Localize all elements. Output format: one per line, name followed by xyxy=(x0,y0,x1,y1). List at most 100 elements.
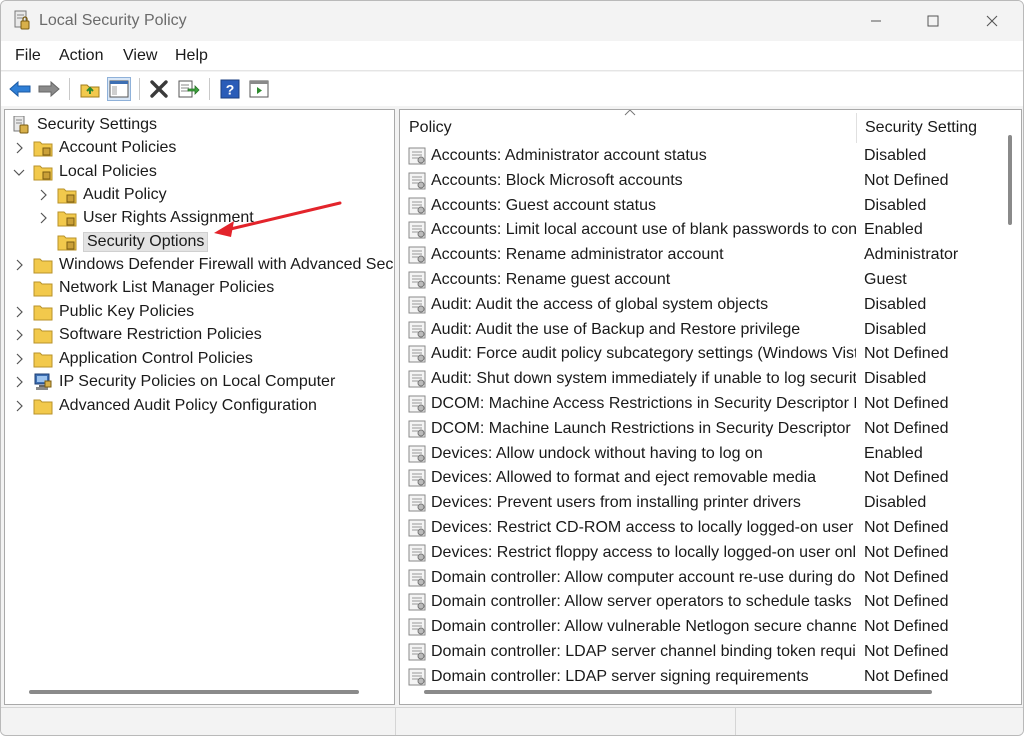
security-setting-value: Not Defined xyxy=(864,643,949,660)
policy-row[interactable]: Accounts: Rename guest account Guest xyxy=(408,268,1008,292)
close-button[interactable] xyxy=(969,1,1015,41)
tree-item-software-restriction-policies[interactable]: Software Restriction Policies xyxy=(13,324,262,346)
console-tree-pane[interactable]: Security Settings Account Policies Local… xyxy=(4,109,395,705)
policy-name: Domain controller: Allow server operator… xyxy=(431,593,852,611)
minimize-button[interactable] xyxy=(853,1,899,41)
horizontal-scrollbar[interactable] xyxy=(424,690,932,694)
horizontal-scrollbar[interactable] xyxy=(29,690,359,694)
chevron-right-icon[interactable] xyxy=(13,353,25,365)
policy-row[interactable]: Domain controller: Allow vulnerable Netl… xyxy=(408,615,1008,639)
tree-label: Local Policies xyxy=(59,163,157,180)
window-title: Local Security Policy xyxy=(39,12,187,29)
tree-item-local-policies[interactable]: Local Policies xyxy=(13,161,157,183)
policy-name: Domain controller: LDAP server signing r… xyxy=(431,667,809,685)
up-one-level-button[interactable] xyxy=(78,77,102,101)
chevron-right-icon[interactable] xyxy=(13,329,25,341)
security-setting-value: Not Defined xyxy=(864,593,949,611)
properties-button[interactable] xyxy=(247,77,271,101)
tree-item-windows-defender-firewall[interactable]: Windows Defender Firewall with Advanced … xyxy=(13,254,394,276)
policy-name: DCOM: Machine Access Restrictions in Sec… xyxy=(431,395,856,412)
policy-name: Domain controller: LDAP server channel b… xyxy=(431,643,856,660)
policy-row[interactable]: DCOM: Machine Launch Restrictions in Sec… xyxy=(408,417,1008,441)
policy-name: Audit: Shut down system immediately if u… xyxy=(431,370,856,388)
maximize-button[interactable] xyxy=(910,1,956,41)
policy-list-pane[interactable]: Policy Security Setting Accounts: Admini… xyxy=(399,109,1022,705)
tree-item-advanced-audit-policy[interactable]: Advanced Audit Policy Configuration xyxy=(13,395,317,417)
policy-icon xyxy=(408,197,426,215)
chevron-right-icon[interactable] xyxy=(13,376,25,388)
tree-item-security-settings[interactable]: Security Settings xyxy=(11,114,157,136)
policy-name: Domain controller: Allow computer accoun… xyxy=(431,568,856,586)
tree-label: Advanced Audit Policy Configuration xyxy=(59,397,317,414)
menu-view[interactable]: View xyxy=(123,47,157,65)
tree-label: IP Security Policies on Local Computer xyxy=(59,373,336,390)
security-setting-value: Disabled xyxy=(864,320,927,338)
chevron-right-icon[interactable] xyxy=(13,259,25,271)
policy-row[interactable]: Accounts: Block Microsoft accounts Not De… xyxy=(408,169,1008,193)
tree-item-public-key-policies[interactable]: Public Key Policies xyxy=(13,301,194,323)
tree-item-application-control-policies[interactable]: Application Control Policies xyxy=(13,348,253,370)
forward-button[interactable] xyxy=(37,77,61,101)
policy-row[interactable]: Domain controller: LDAP server channel b… xyxy=(408,640,1008,664)
tree-item-user-rights-assignment[interactable]: User Rights Assignment xyxy=(37,207,254,229)
policy-row[interactable]: Domain controller: LDAP server signing r… xyxy=(408,665,1008,689)
back-button[interactable] xyxy=(8,77,32,101)
policy-icon xyxy=(408,445,426,463)
show-hide-tree-icon xyxy=(109,80,129,98)
tree-item-audit-policy[interactable]: Audit Policy xyxy=(37,184,167,206)
menu-action[interactable]: Action xyxy=(59,47,103,65)
tree-item-account-policies[interactable]: Account Policies xyxy=(13,137,176,159)
policy-row[interactable]: Audit: Audit the use of Backup and Resto… xyxy=(408,318,1008,342)
menu-file[interactable]: File xyxy=(15,47,41,65)
folder-icon xyxy=(33,281,53,297)
policy-row[interactable]: Domain controller: Allow computer accoun… xyxy=(408,566,1008,590)
status-segment xyxy=(1,708,396,735)
policy-row[interactable]: Devices: Restrict floppy access to local… xyxy=(408,541,1008,565)
policy-row[interactable]: Devices: Prevent users from installing p… xyxy=(408,491,1008,515)
help-button[interactable]: ? xyxy=(218,77,242,101)
policy-row[interactable]: Devices: Allow undock without having to … xyxy=(408,442,1008,466)
policy-row[interactable]: Accounts: Limit local account use of bla… xyxy=(408,218,1008,242)
chevron-right-icon[interactable] xyxy=(37,189,49,201)
show-hide-console-tree-button[interactable] xyxy=(107,77,131,101)
policy-row[interactable]: Devices: Restrict CD-ROM access to local… xyxy=(408,516,1008,540)
column-header-security-setting[interactable]: Security Setting xyxy=(865,119,977,137)
chevron-down-icon[interactable] xyxy=(13,166,25,178)
menu-help[interactable]: Help xyxy=(175,47,208,65)
title-bar[interactable]: Local Security Policy xyxy=(1,1,1023,41)
column-header-policy[interactable]: Policy xyxy=(409,119,452,137)
policy-name: Accounts: Rename administrator account xyxy=(431,246,724,264)
tree-item-ip-security-policies[interactable]: IP Security Policies on Local Computer xyxy=(13,371,335,393)
tree-item-security-options[interactable]: Security Options xyxy=(57,231,209,253)
chevron-right-icon[interactable] xyxy=(13,306,25,318)
policy-row[interactable]: Audit: Shut down system immediately if u… xyxy=(408,367,1008,391)
column-divider[interactable] xyxy=(856,113,857,143)
policy-row[interactable]: Accounts: Administrator account status Di… xyxy=(408,144,1008,168)
security-setting-value: Not Defined xyxy=(864,568,949,586)
policy-row[interactable]: Devices: Allowed to format and eject rem… xyxy=(408,466,1008,490)
policy-row[interactable]: Audit: Audit the access of global system… xyxy=(408,293,1008,317)
policy-name: Audit: Audit the use of Backup and Resto… xyxy=(431,320,801,338)
policy-row[interactable]: Domain controller: Allow server operator… xyxy=(408,590,1008,614)
chevron-right-icon[interactable] xyxy=(37,212,49,224)
policy-row[interactable]: DCOM: Machine Access Restrictions in Sec… xyxy=(408,392,1008,416)
policy-row[interactable]: Accounts: Guest account status Disabled xyxy=(408,194,1008,218)
delete-button[interactable] xyxy=(147,77,171,101)
help-icon: ? xyxy=(220,79,240,99)
policy-row[interactable]: Accounts: Rename administrator account Ad… xyxy=(408,243,1008,267)
tree-item-network-list-manager[interactable]: Network List Manager Policies xyxy=(33,277,274,299)
folder-icon xyxy=(33,258,53,274)
chevron-right-icon[interactable] xyxy=(13,400,25,412)
chevron-right-icon[interactable] xyxy=(13,142,25,154)
security-setting-value: Disabled xyxy=(864,370,927,388)
policy-row[interactable]: Audit: Force audit policy subcategory se… xyxy=(408,342,1008,366)
security-setting-value: Not Defined xyxy=(864,419,949,437)
policy-icon xyxy=(408,643,426,661)
security-setting-value: Disabled xyxy=(864,147,927,164)
folder-icon xyxy=(33,399,53,415)
minimize-icon xyxy=(871,20,881,22)
locked-folder-icon xyxy=(57,235,77,251)
vertical-scrollbar[interactable] xyxy=(1008,135,1012,225)
export-list-button[interactable] xyxy=(177,77,201,101)
policy-name: Devices: Allow undock without having to … xyxy=(431,444,763,462)
